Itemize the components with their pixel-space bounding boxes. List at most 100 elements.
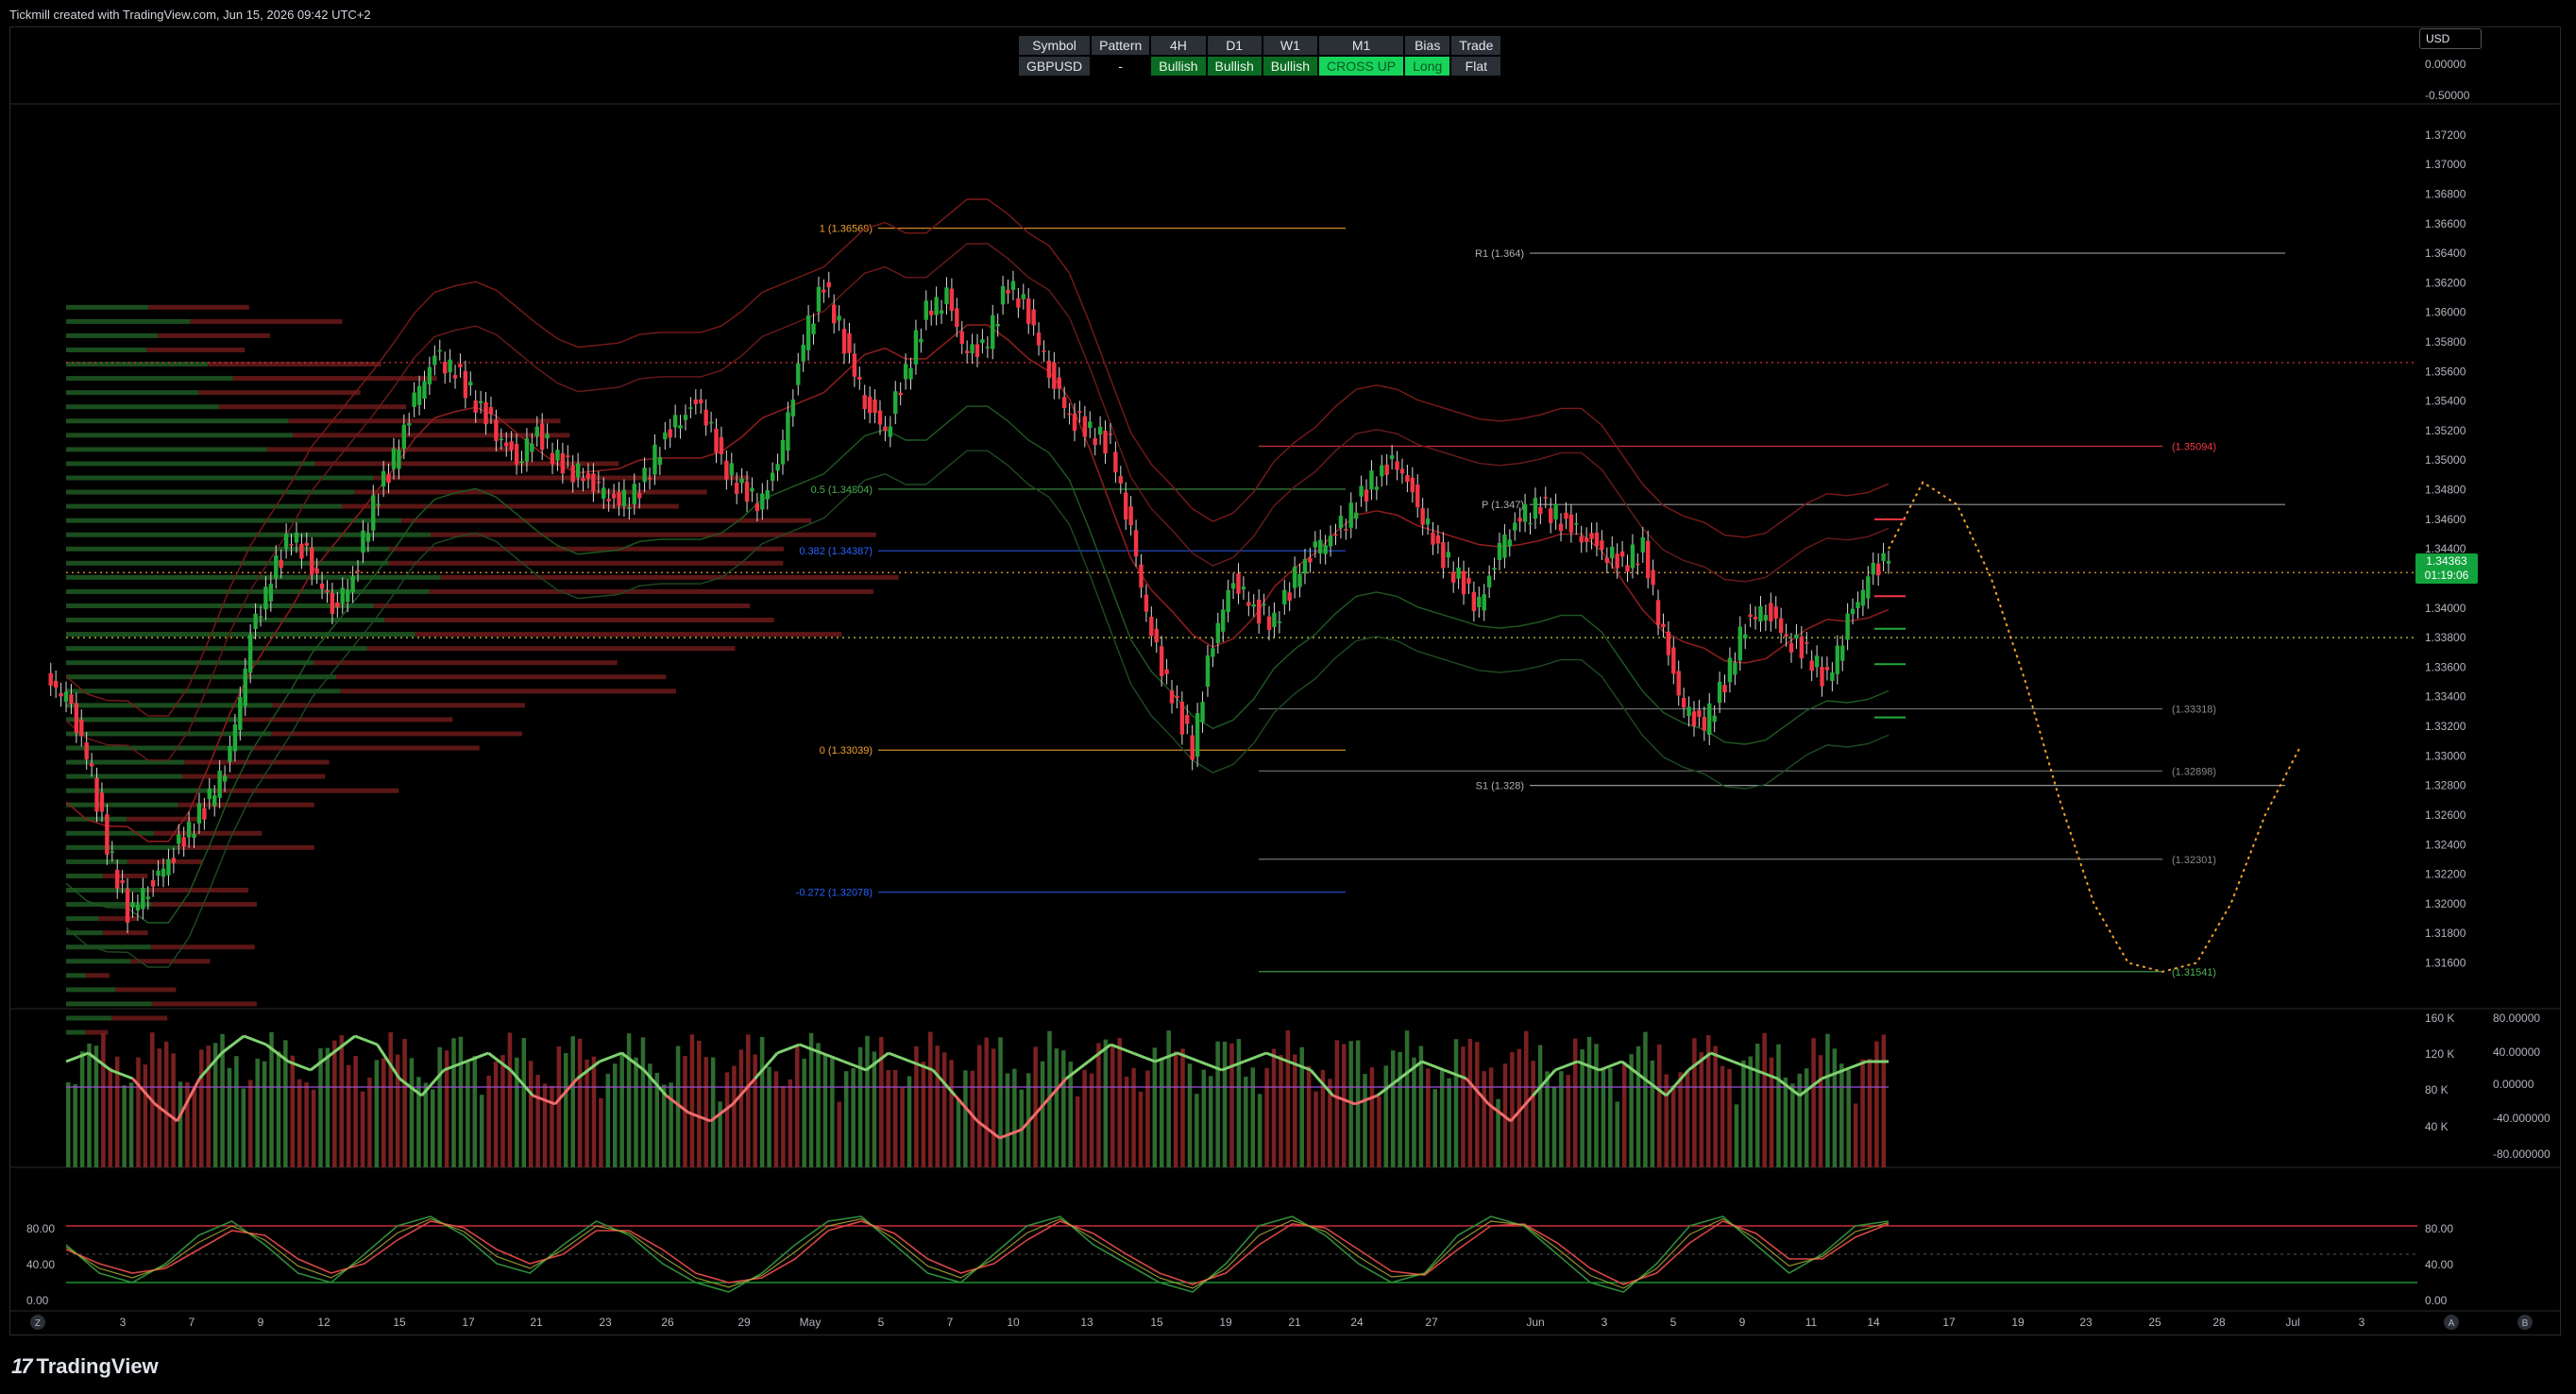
volume-bar [1432, 1089, 1437, 1167]
candle-body [1272, 612, 1277, 627]
volume-profile-bar [151, 1001, 257, 1007]
volume-profile-bar [266, 447, 513, 452]
candle-body [760, 493, 765, 510]
candle-body [1006, 289, 1010, 294]
level-label: (1.31541) [2172, 967, 2216, 978]
volume-bar [1271, 1048, 1277, 1167]
candle-body [1671, 647, 1676, 674]
volume-bar [325, 1047, 330, 1167]
price-axis-tick: 1.33200 [2425, 720, 2466, 733]
price-axis-tick: 1.33000 [2425, 749, 2466, 762]
candle-body [99, 792, 105, 812]
time-axis-tick: May [800, 1316, 822, 1329]
oscillator-line [599, 1051, 622, 1063]
candle-body [1805, 641, 1809, 644]
bar-countdown: 01:19:06 [2424, 569, 2469, 582]
volume-axis-tick: 160 K [2425, 1012, 2454, 1025]
candle-body [1645, 540, 1651, 579]
candle-body [1784, 634, 1788, 637]
candle-body [125, 888, 130, 924]
volume-bar [1293, 1054, 1297, 1167]
volume-profile-bar [440, 574, 899, 580]
volume-profile-bar [366, 646, 736, 652]
volume-bar [1342, 1044, 1347, 1167]
candle-body [877, 410, 883, 425]
candle-body [1088, 421, 1093, 428]
time-axis-tick: 9 [258, 1316, 264, 1329]
volume-bar [1867, 1059, 1873, 1167]
candle-body [105, 814, 110, 855]
candle-body [1016, 298, 1021, 308]
candle-body [1538, 506, 1543, 515]
candle-body [1875, 563, 1881, 576]
time-axis-tick: 17 [1942, 1316, 1956, 1329]
candle-body [1441, 542, 1446, 569]
candle-body [145, 896, 150, 900]
volume-bar [1720, 1065, 1725, 1167]
header-trade: Trade [1451, 36, 1501, 55]
candle-body [1830, 672, 1835, 682]
volume-bar [79, 1051, 85, 1167]
candle-body [822, 289, 826, 293]
candle-body [991, 314, 995, 349]
candle-body [504, 442, 509, 447]
candle-body [279, 559, 283, 569]
candle-body [74, 703, 79, 733]
price-axis-tick: 1.34800 [2425, 484, 2466, 497]
candle-body [120, 880, 125, 884]
time-axis-button-label: A [2449, 1318, 2455, 1329]
candle-body [258, 616, 263, 618]
candle-body [325, 590, 330, 593]
volume-profile-bar [66, 830, 155, 836]
volume-profile-bar [252, 745, 480, 751]
time-axis-tick: 17 [462, 1316, 475, 1329]
volume-bar [1201, 1069, 1207, 1167]
time-axis-tick: 24 [1350, 1316, 1364, 1329]
volume-bar [1131, 1067, 1136, 1167]
candle-body [386, 473, 391, 484]
candle-body [1461, 570, 1466, 595]
currency-selector[interactable]: USD [2419, 28, 2482, 49]
price-axis-tick: 1.36000 [2425, 306, 2466, 319]
candle-body [841, 329, 847, 354]
chart-canvas[interactable]: 0.00000 -0.50000 1.37200 1.37000 1.36800 1.36… [0, 0, 2576, 1394]
volume-bar [781, 1085, 786, 1167]
volume-profile-bar [66, 461, 315, 467]
candle-body [150, 879, 156, 887]
candle-body [934, 297, 939, 315]
candle-body [1871, 562, 1875, 575]
time-axis-tick: 7 [947, 1316, 954, 1329]
candle-body [1384, 464, 1389, 475]
candle-body [1824, 667, 1830, 671]
candle-body [1067, 413, 1072, 416]
volume-profile-bar [66, 674, 336, 680]
volume-profile-bar [215, 788, 399, 793]
candle-body [1513, 522, 1517, 531]
candle-body [1856, 602, 1860, 609]
candle-body [1057, 377, 1061, 389]
oscillator-line [865, 1051, 890, 1072]
candle-body [770, 472, 775, 482]
candle-body [617, 492, 621, 506]
volume-bar [136, 1057, 141, 1167]
volume-bar [1103, 1039, 1109, 1167]
stoch-axis-tick-left: 40.00 [26, 1258, 55, 1271]
candle-body [832, 304, 837, 324]
candle-body [514, 444, 519, 465]
volume-bar [619, 1052, 624, 1167]
time-axis-tick: 7 [189, 1316, 195, 1329]
volume-profile-bar [66, 475, 374, 481]
volume-profile-bar [384, 618, 774, 623]
candle-body [873, 400, 877, 414]
price-axis-tick: 1.35000 [2425, 453, 2466, 467]
volume-bar [1881, 1034, 1887, 1167]
candle-body [534, 426, 539, 436]
price-axis-tick: 1.33800 [2425, 631, 2466, 644]
candle-body [1840, 645, 1845, 661]
volume-profile-bar [340, 688, 676, 694]
cell-pattern: - [1092, 57, 1150, 76]
candle-body [1727, 657, 1733, 683]
volume-axis-tick: 40 K [2425, 1120, 2449, 1133]
candle-body [1686, 706, 1691, 717]
price-axis-tick: 1.34000 [2425, 602, 2466, 615]
